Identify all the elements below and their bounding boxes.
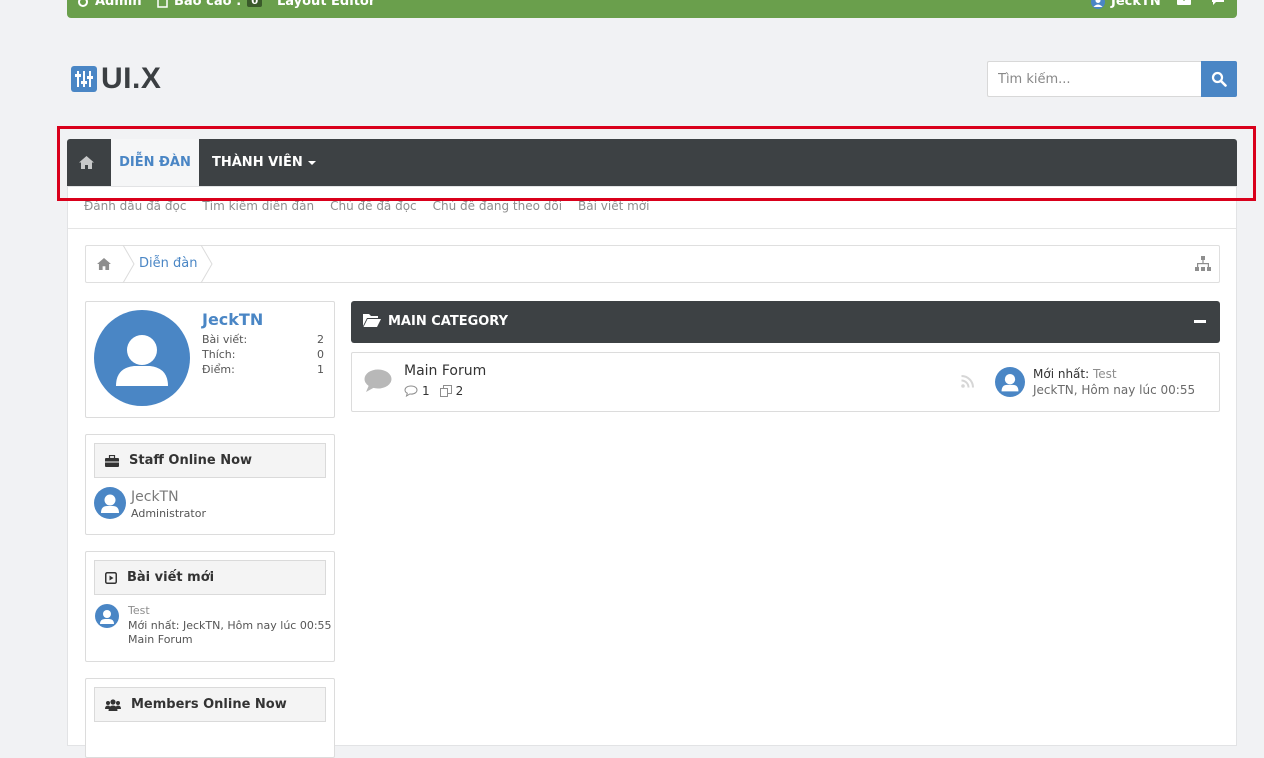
admin-bar: Admin Báo cáo : 0 Layout Editor JeckTN	[67, 0, 1237, 18]
breadcrumb-item-forums[interactable]: Diễn đàn	[139, 256, 197, 271]
subnav-mark-read[interactable]: Đánh dấu đã đọc	[84, 199, 186, 213]
visitor-panel: JeckTN Bài viết: 2 Thích: 0 Điểm: 1	[85, 301, 335, 418]
reports-link[interactable]: Báo cáo : 0	[157, 0, 263, 9]
default-user-icon	[116, 335, 168, 386]
tab-members[interactable]: THÀNH VIÊN	[212, 139, 316, 186]
avatar[interactable]	[94, 310, 190, 406]
widget-header: Staff Online Now	[94, 443, 326, 478]
inbox-link[interactable]	[1177, 0, 1191, 5]
admin-link[interactable]: Admin	[77, 0, 142, 9]
avatar[interactable]	[95, 604, 119, 628]
stat-label: Bài viết:	[202, 333, 248, 346]
breadcrumb-separator	[122, 245, 135, 283]
breadcrumb-separator	[200, 245, 213, 283]
members-online-widget: Members Online Now	[85, 678, 335, 758]
sub-nav: Đánh dấu đã đọc Tìm kiếm diễn đàn Chủ đề…	[68, 187, 1236, 229]
search-input[interactable]	[987, 61, 1201, 97]
stat-value: 2	[317, 333, 324, 346]
tab-forums[interactable]: DIỄN ĐÀN	[111, 139, 199, 186]
layout-editor-label: Layout Editor	[277, 0, 376, 9]
default-user-icon	[100, 610, 114, 624]
subnav-read-threads[interactable]: Chủ đề đã đọc	[330, 199, 417, 213]
staff-member-name[interactable]: JeckTN	[131, 489, 179, 505]
tab-members-label: THÀNH VIÊN	[212, 155, 303, 170]
sliders-logo-icon	[71, 66, 97, 92]
user-label: JeckTN	[1111, 0, 1161, 9]
play-square-icon	[105, 571, 117, 584]
copy-icon	[439, 385, 452, 397]
widget-header: Bài viết mới	[94, 560, 326, 595]
staff-online-widget: Staff Online Now JeckTN Administrator	[85, 434, 335, 535]
flag-icon	[1212, 0, 1224, 5]
briefcase-icon	[105, 454, 119, 467]
breadcrumb-home[interactable]	[86, 246, 122, 282]
new-post-forum[interactable]: Main Forum	[128, 633, 193, 646]
user-menu[interactable]: JeckTN	[1091, 0, 1161, 9]
subnav-watched-threads[interactable]: Chủ đề đang theo dõi	[433, 199, 562, 213]
new-post-title[interactable]: Test	[128, 604, 150, 617]
username[interactable]: JeckTN	[202, 310, 263, 329]
site-logo[interactable]: UI.X	[71, 62, 161, 96]
rss-icon[interactable]	[961, 375, 974, 388]
category-header[interactable]: MAIN CATEGORY	[351, 301, 1220, 343]
search-button[interactable]	[1201, 61, 1237, 97]
forum-title[interactable]: Main Forum	[404, 363, 486, 379]
forum-posts-count: 2	[455, 384, 464, 398]
folder-open-icon	[363, 314, 381, 327]
home-icon	[97, 258, 111, 270]
widget-header: Members Online Now	[94, 687, 326, 722]
users-icon	[105, 698, 121, 711]
last-post: Mới nhất: Test	[1033, 367, 1117, 381]
new-post-meta: Mới nhất: JeckTN, Hôm nay lúc 00:55	[128, 619, 332, 632]
chat-bubble-icon	[364, 369, 392, 392]
staff-member-role: Administrator	[131, 507, 206, 520]
home-icon	[79, 156, 94, 169]
subnav-new-posts[interactable]: Bài viết mới	[578, 199, 649, 213]
stat-label: Điểm:	[202, 363, 235, 376]
avatar[interactable]	[94, 487, 126, 519]
subnav-search-forums[interactable]: Tìm kiếm diễn đàn	[202, 199, 314, 213]
reports-count-badge: 0	[247, 0, 263, 7]
forum-stats: 1 2	[404, 384, 463, 398]
avatar[interactable]	[995, 367, 1025, 397]
user-avatar-icon	[1091, 0, 1105, 9]
user-stats: Bài viết: 2 Thích: 0 Điểm: 1	[202, 332, 324, 377]
main-panel: Đánh dấu đã đọc Tìm kiếm diễn đàn Chủ đề…	[67, 186, 1237, 758]
logo-text: UI.X	[101, 62, 162, 95]
admin-label: Admin	[95, 0, 142, 9]
widget-title: Staff Online Now	[129, 453, 253, 468]
reports-label: Báo cáo :	[174, 0, 242, 9]
last-post-prefix: Mới nhất:	[1033, 367, 1090, 381]
forum-threads-count: 1	[422, 384, 430, 398]
tab-forums-label: DIỄN ĐÀN	[119, 155, 191, 170]
caret-down-icon	[307, 160, 316, 165]
widget-title: Bài viết mới	[127, 570, 215, 585]
report-icon	[157, 0, 168, 8]
layout-editor-link[interactable]: Layout Editor	[277, 0, 375, 9]
breadcrumb: Diễn đàn	[85, 245, 1220, 283]
widget-title: Members Online Now	[131, 697, 287, 712]
stat-label: Thích:	[202, 348, 236, 361]
stat-value: 1	[317, 363, 324, 376]
last-post-title[interactable]: Test	[1093, 367, 1117, 381]
collapse-icon[interactable]	[1194, 320, 1206, 323]
nav-home[interactable]	[67, 139, 106, 186]
envelope-icon	[1177, 0, 1191, 5]
main-nav: DIỄN ĐÀN THÀNH VIÊN	[67, 139, 1237, 186]
sitemap-icon[interactable]	[1195, 256, 1211, 272]
forum-row: Main Forum 1 2 Mới nhất: Test JeckTN, Hô…	[351, 352, 1220, 412]
default-user-icon	[1001, 374, 1019, 392]
search-box	[987, 61, 1237, 97]
gear-icon	[78, 0, 88, 7]
search-icon	[1211, 71, 1227, 87]
new-posts-widget: Bài viết mới Test Mới nhất: JeckTN, Hôm …	[85, 551, 335, 662]
alerts-link[interactable]	[1211, 0, 1225, 6]
comment-icon	[404, 385, 418, 397]
last-post-meta[interactable]: JeckTN, Hôm nay lúc 00:55	[1033, 383, 1195, 397]
default-user-icon	[101, 494, 119, 513]
stat-value: 0	[317, 348, 324, 361]
category-title: MAIN CATEGORY	[388, 314, 509, 329]
